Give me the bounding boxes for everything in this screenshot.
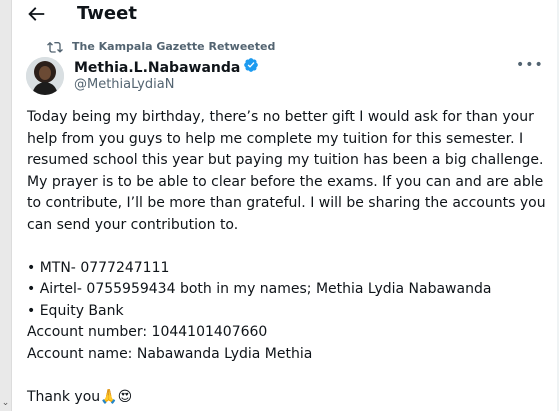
retweet-label: The Kampala Gazette Retweeted (72, 39, 276, 53)
tweet-page: ⌄ Tweet The Kampala Gazette Retweeted Me… (0, 0, 559, 411)
author-name[interactable]: Methia.L.Nabawanda (74, 57, 259, 78)
author-handle[interactable]: @MethiaLydiaN (74, 77, 174, 93)
back-arrow-icon[interactable] (25, 3, 47, 25)
retweet-context[interactable]: The Kampala Gazette Retweeted (47, 38, 275, 54)
author-display-name[interactable]: Methia.L.Nabawanda (74, 59, 240, 77)
avatar[interactable] (26, 57, 64, 95)
account-number: Account number: 1044101407660 (27, 324, 268, 340)
more-options-icon[interactable]: ••• (516, 58, 543, 72)
page-header: Tweet (11, 0, 557, 30)
retweet-icon (47, 41, 63, 53)
list-item-mtn: • MTN- 0777247111 (27, 259, 170, 276)
scrollbar[interactable]: ⌄ (0, 0, 12, 411)
list-item-bank: • Equity Bank (27, 302, 124, 319)
emoji-icons: 🙏😍 (100, 388, 133, 405)
verified-badge-icon (243, 57, 259, 78)
tweet-paragraph: Today being my birthday, there’s no bett… (27, 109, 546, 233)
page-title: Tweet (77, 3, 137, 24)
tweet-text: Today being my birthday, there’s no bett… (27, 107, 549, 408)
account-name: Account name: Nabawanda Lydia Methia (27, 345, 313, 362)
list-item-airtel: • Airtel- 0755959434 both in my names; M… (27, 281, 492, 297)
thanks-text: Thank you (27, 388, 101, 405)
scroll-down-icon[interactable]: ⌄ (0, 397, 11, 409)
thanks-line: Thank you🙏😍 (27, 387, 549, 409)
